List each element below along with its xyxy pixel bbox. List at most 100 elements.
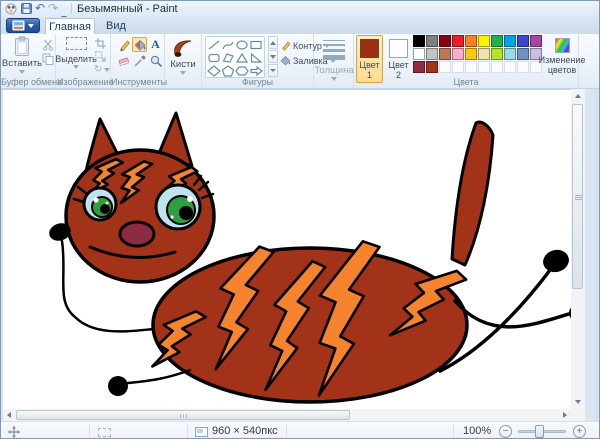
palette-swatch[interactable]: [491, 48, 503, 60]
horizontal-scroll-thumb[interactable]: [16, 410, 350, 420]
brushes-button[interactable]: Кисти: [169, 38, 197, 75]
vertical-scrollbar[interactable]: [571, 89, 585, 409]
palette-swatch[interactable]: [426, 61, 438, 73]
pencil-icon: [117, 38, 130, 52]
edit-colors-icon: [555, 38, 570, 53]
paste-dropdown-icon: [19, 70, 25, 74]
resize-button[interactable]: [95, 51, 106, 62]
paste-button[interactable]: Вставить: [3, 36, 41, 74]
copy-button[interactable]: [42, 53, 54, 65]
palette-swatch[interactable]: [465, 48, 477, 60]
rotate-button[interactable]: ↻: [94, 64, 110, 75]
palette-swatch-empty[interactable]: [439, 61, 451, 73]
select-dropdown-icon: [73, 65, 79, 69]
palette-swatch[interactable]: [439, 35, 451, 47]
palette-swatch-empty[interactable]: [465, 61, 477, 73]
zoom-level-text: 100%: [463, 425, 491, 437]
shapes-scroll-up-button[interactable]: [268, 36, 278, 49]
zoom-out-button[interactable]: −: [499, 425, 512, 438]
brushes-dropdown-icon: [180, 71, 186, 75]
palette-swatch[interactable]: [426, 35, 438, 47]
shape-rounded-rectangle[interactable]: [207, 51, 221, 64]
color2-button[interactable]: Цвет 2: [385, 35, 412, 83]
drawing-canvas[interactable]: [3, 89, 571, 409]
horizontal-scrollbar[interactable]: [3, 409, 571, 421]
shape-polygon[interactable]: [221, 51, 235, 64]
shape-right-triangle[interactable]: [249, 51, 263, 64]
group-colors: Цвет 1 Цвет 2 Изменение цветов Цвета: [354, 34, 579, 88]
color-palette: [413, 35, 545, 73]
cut-button[interactable]: [42, 39, 54, 51]
scrollbar-corner: [571, 409, 585, 421]
resize-icon: [95, 51, 106, 62]
copy-icon: [42, 53, 54, 65]
palette-swatch[interactable]: [413, 61, 425, 73]
undo-button[interactable]: ↶: [35, 2, 45, 14]
palette-swatch-empty[interactable]: [491, 61, 503, 73]
shape-hexagon[interactable]: [235, 64, 249, 77]
palette-swatch[interactable]: [478, 48, 490, 60]
palette-swatch[interactable]: [530, 35, 542, 47]
shape-pentagon[interactable]: [221, 64, 235, 77]
magnifier-tool[interactable]: [148, 53, 163, 68]
zoom-in-button[interactable]: +: [573, 425, 586, 438]
palette-swatch[interactable]: [413, 35, 425, 47]
tab-home[interactable]: Главная: [45, 18, 95, 34]
palette-swatch[interactable]: [465, 35, 477, 47]
palette-swatch[interactable]: [517, 48, 529, 60]
shape-diamond[interactable]: [207, 64, 221, 77]
crop-button[interactable]: [95, 38, 106, 49]
pencil-tool[interactable]: [116, 37, 131, 52]
tab-view[interactable]: Вид: [97, 18, 135, 34]
fill-tool[interactable]: [132, 37, 147, 52]
text-tool[interactable]: A: [148, 37, 163, 52]
palette-swatch[interactable]: [491, 35, 503, 47]
palette-swatch[interactable]: [413, 48, 425, 60]
group-clipboard: Вставить Буфер обмена: [1, 34, 56, 88]
fill-bucket-icon: [133, 38, 146, 52]
save-button[interactable]: [21, 3, 32, 14]
shape-rectangle[interactable]: [249, 38, 263, 51]
shape-line[interactable]: [207, 38, 221, 51]
palette-swatch[interactable]: [478, 35, 490, 47]
scroll-down-button[interactable]: [571, 395, 585, 409]
shape-arrow-right[interactable]: [249, 64, 263, 77]
shape-fill-bucket-icon: [280, 55, 291, 66]
palette-swatch-empty[interactable]: [517, 61, 529, 73]
color1-button[interactable]: Цвет 1: [356, 35, 383, 83]
palette-swatch[interactable]: [439, 48, 451, 60]
palette-swatch[interactable]: [517, 35, 529, 47]
eraser-tool[interactable]: [116, 53, 131, 68]
vertical-scroll-thumb[interactable]: [572, 104, 583, 289]
application-menu-button[interactable]: [6, 18, 40, 33]
scroll-up-button[interactable]: [571, 89, 585, 103]
size-button[interactable]: Толщина: [318, 40, 350, 81]
eraser-icon: [117, 54, 130, 68]
cursor-position-icon: [8, 426, 20, 438]
palette-swatch-empty[interactable]: [504, 61, 516, 73]
shape-ellipse[interactable]: [235, 38, 249, 51]
shapes-scroll-down-button[interactable]: [268, 50, 278, 63]
color-picker-tool[interactable]: [132, 53, 147, 68]
line-thickness-icon: [323, 40, 345, 60]
select-button[interactable]: Выделить: [59, 37, 93, 69]
palette-swatch[interactable]: [504, 35, 516, 47]
window-frame-right: [585, 89, 600, 421]
scissors-icon: [42, 39, 54, 51]
edit-colors-button[interactable]: Изменение цветов: [546, 35, 578, 83]
group-label-tools: Инструменты: [111, 77, 164, 87]
palette-swatch-empty[interactable]: [478, 61, 490, 73]
redo-button[interactable]: ↷: [48, 2, 58, 14]
palette-swatch[interactable]: [504, 48, 516, 60]
scroll-left-button[interactable]: [3, 409, 15, 421]
palette-swatch-empty[interactable]: [452, 61, 464, 73]
shape-curve[interactable]: [221, 38, 235, 51]
image-size-icon: [195, 427, 208, 437]
palette-swatch[interactable]: [452, 35, 464, 47]
shape-triangle[interactable]: [235, 51, 249, 64]
palette-swatch[interactable]: [452, 48, 464, 60]
shapes-more-button[interactable]: [268, 64, 278, 77]
zoom-slider-thumb[interactable]: [535, 425, 544, 438]
palette-swatch[interactable]: [426, 48, 438, 60]
scroll-right-button[interactable]: [559, 409, 571, 421]
